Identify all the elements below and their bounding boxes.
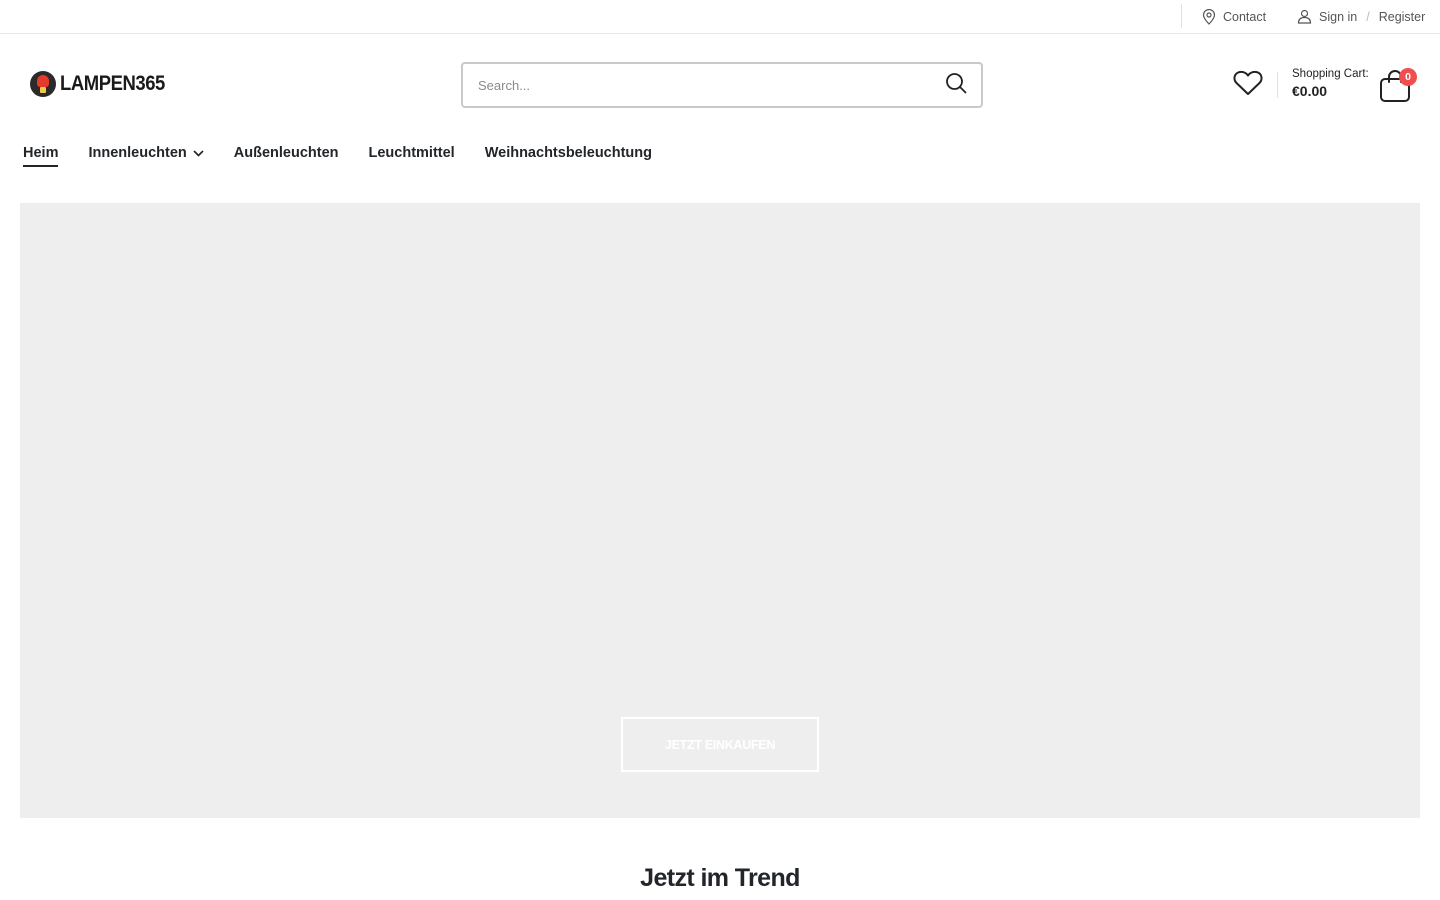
nav-item-label: Weihnachtsbeleuchtung xyxy=(484,145,653,161)
shopping-bag-icon xyxy=(1378,70,1412,108)
lamp-logo-icon xyxy=(30,71,56,97)
nav-item-label: Innenleuchten xyxy=(88,145,187,161)
account-links: Sign in / Register xyxy=(1297,0,1425,33)
cart-count-badge: 0 xyxy=(1399,68,1417,86)
nav-item-weihnachtsbeleuchtung[interactable]: Weihnachtsbeleuchtung xyxy=(485,145,652,165)
search-icon xyxy=(945,72,967,99)
shop-now-button[interactable]: JETZT EINKAUFEN xyxy=(621,717,819,772)
cart-summary[interactable]: Shopping Cart: €0.00 xyxy=(1292,68,1382,99)
nav-item-innenleuchten[interactable]: Innenleuchten xyxy=(88,145,204,165)
main-navigation: Heim Innenleuchten Außenleuchten Leuchtm… xyxy=(23,145,652,171)
trending-section-title: Jetzt im Trend xyxy=(640,864,800,892)
contact-link[interactable]: Contact xyxy=(1202,0,1266,33)
cart-label: Shopping Cart: xyxy=(1292,68,1369,80)
heart-icon xyxy=(1233,70,1263,101)
register-link[interactable]: Register xyxy=(1379,10,1426,24)
top-utility-bar: Contact Sign in / Register xyxy=(0,0,1440,34)
logo-text: LAMPEN365 xyxy=(60,72,165,95)
contact-label: Contact xyxy=(1223,9,1267,24)
hero-banner: JETZT EINKAUFEN xyxy=(20,203,1420,818)
nav-item-aussenleuchten[interactable]: Außenleuchten xyxy=(234,145,339,165)
nav-item-label: Leuchtmittel xyxy=(368,145,455,161)
nav-item-leuchtmittel[interactable]: Leuchtmittel xyxy=(369,145,455,165)
header-divider xyxy=(1277,72,1278,98)
chevron-down-icon xyxy=(193,145,204,161)
wishlist-button[interactable] xyxy=(1233,70,1263,100)
search-bar xyxy=(461,62,983,108)
topbar-divider xyxy=(1181,4,1182,28)
map-pin-icon xyxy=(1202,8,1216,25)
nav-item-heim[interactable]: Heim xyxy=(23,145,59,167)
search-input[interactable] xyxy=(463,64,931,106)
search-button[interactable] xyxy=(931,64,981,106)
account-separator: / xyxy=(1366,9,1370,24)
nav-item-label: Heim xyxy=(23,145,59,161)
sign-in-link[interactable]: Sign in xyxy=(1319,10,1357,24)
nav-item-label: Außenleuchten xyxy=(233,145,339,161)
user-icon xyxy=(1297,9,1312,24)
cart-total: €0.00 xyxy=(1292,83,1328,99)
site-logo[interactable]: LAMPEN365 xyxy=(30,68,179,100)
